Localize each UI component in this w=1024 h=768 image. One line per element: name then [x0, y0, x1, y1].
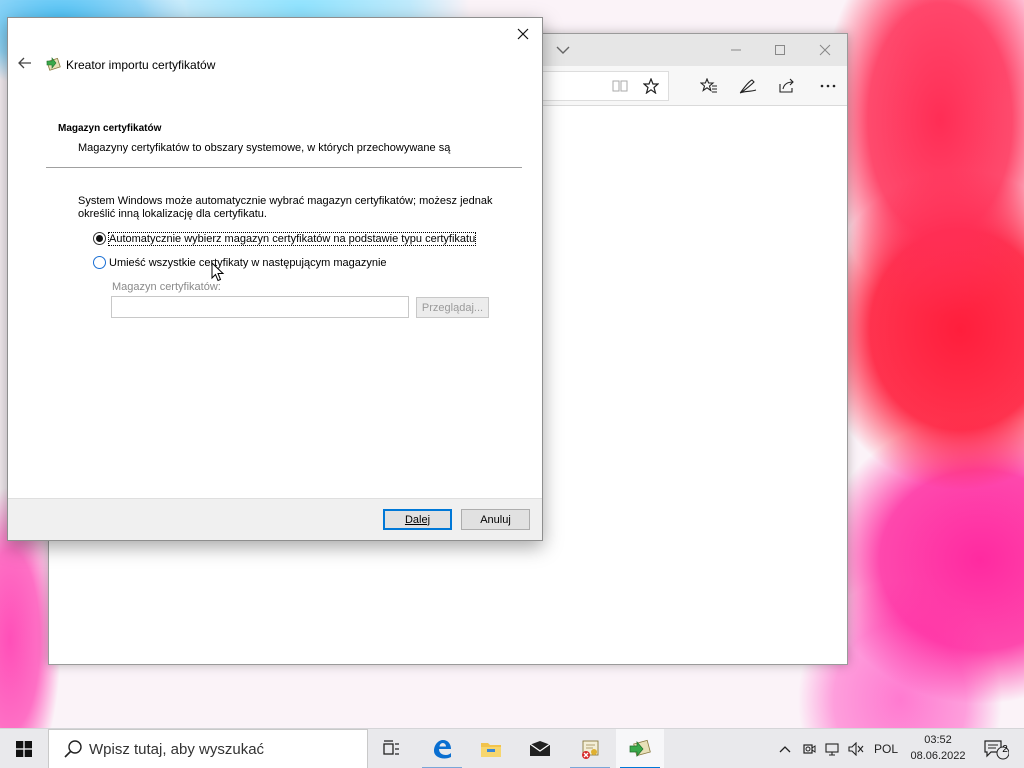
auto-select-store-label[interactable]: Automatycznie wybierz magazyn certyfikat…	[107, 231, 477, 246]
clock-time: 03:52	[924, 734, 952, 746]
reading-view-icon[interactable]	[603, 71, 637, 101]
wizard-footer: Dalej Anuluj	[8, 498, 542, 540]
section-description: Magazyny certyfikatów to obszary systemo…	[78, 142, 451, 154]
next-button[interactable]: Dalej	[383, 509, 452, 530]
favorites-hub-icon[interactable]	[692, 71, 726, 101]
show-hidden-icons-chevron-icon[interactable]	[774, 729, 796, 768]
network-icon[interactable]	[821, 729, 843, 768]
start-button[interactable]	[0, 729, 48, 768]
favorite-star-icon[interactable]	[634, 71, 668, 101]
browse-button[interactable]: Przeglądaj...	[416, 297, 489, 318]
certificate-import-taskbar-icon[interactable]	[616, 729, 664, 768]
wizard-title: Kreator importu certyfikatów	[66, 58, 216, 72]
auto-select-store-option[interactable]: Automatycznie wybierz magazyn certyfikat…	[93, 231, 477, 246]
store-field-label: Magazyn certyfikatów:	[112, 281, 221, 293]
close-icon[interactable]	[802, 34, 848, 66]
radio-button-unselected[interactable]	[93, 256, 106, 269]
section-title: Magazyn certyfikatów	[58, 123, 162, 134]
notification-count: 2	[1002, 744, 1008, 755]
maximize-icon[interactable]	[757, 34, 803, 66]
input-language-indicator[interactable]: POL	[868, 729, 904, 768]
certificate-import-icon	[46, 57, 61, 71]
place-in-store-label[interactable]: Umieść wszystkie certyfikaty w następują…	[109, 257, 387, 269]
clock-date: 08.06.2022	[910, 750, 966, 762]
taskbar: Wpisz tutaj, aby wyszukać POL 03:52 08.0…	[0, 728, 1024, 768]
meet-now-icon[interactable]	[798, 729, 820, 768]
certificate-manager-icon[interactable]	[566, 729, 614, 768]
taskbar-clock[interactable]: 03:52 08.06.2022	[900, 732, 976, 764]
search-icon	[64, 740, 82, 758]
edge-icon[interactable]	[418, 729, 466, 768]
intro-line-1: System Windows może automatycznie wybrać…	[78, 195, 493, 207]
radio-button-selected[interactable]	[93, 232, 106, 245]
intro-line-2: określić inną lokalizację dla certyfikat…	[78, 208, 267, 220]
header-separator	[46, 167, 522, 168]
certificate-import-wizard[interactable]: Kreator importu certyfikatów Magazyn cer…	[7, 17, 543, 541]
minimize-icon[interactable]	[713, 34, 759, 66]
mail-icon[interactable]	[516, 729, 564, 768]
file-explorer-icon[interactable]	[467, 729, 515, 768]
place-in-store-option[interactable]: Umieść wszystkie certyfikaty w następują…	[93, 256, 387, 269]
share-icon[interactable]	[770, 71, 804, 101]
pen-icon[interactable]	[731, 71, 765, 101]
more-icon[interactable]	[811, 71, 845, 101]
taskbar-search-box[interactable]: Wpisz tutaj, aby wyszukać	[48, 729, 368, 768]
action-center-button[interactable]: 2	[978, 729, 1014, 768]
search-placeholder: Wpisz tutaj, aby wyszukać	[89, 740, 265, 758]
chevron-down-icon[interactable]	[543, 34, 583, 66]
windows-logo-icon	[16, 741, 32, 757]
task-view-icon[interactable]	[368, 729, 416, 768]
next-button-label: Dalej	[404, 513, 431, 526]
close-icon[interactable]	[510, 22, 536, 46]
intro-text: System Windows może automatycznie wybrać…	[78, 195, 518, 221]
cancel-button[interactable]: Anuluj	[461, 509, 530, 530]
store-input[interactable]	[111, 296, 409, 318]
back-arrow-icon[interactable]	[16, 54, 34, 72]
mouse-cursor-icon	[211, 262, 225, 282]
volume-muted-icon[interactable]	[845, 729, 867, 768]
